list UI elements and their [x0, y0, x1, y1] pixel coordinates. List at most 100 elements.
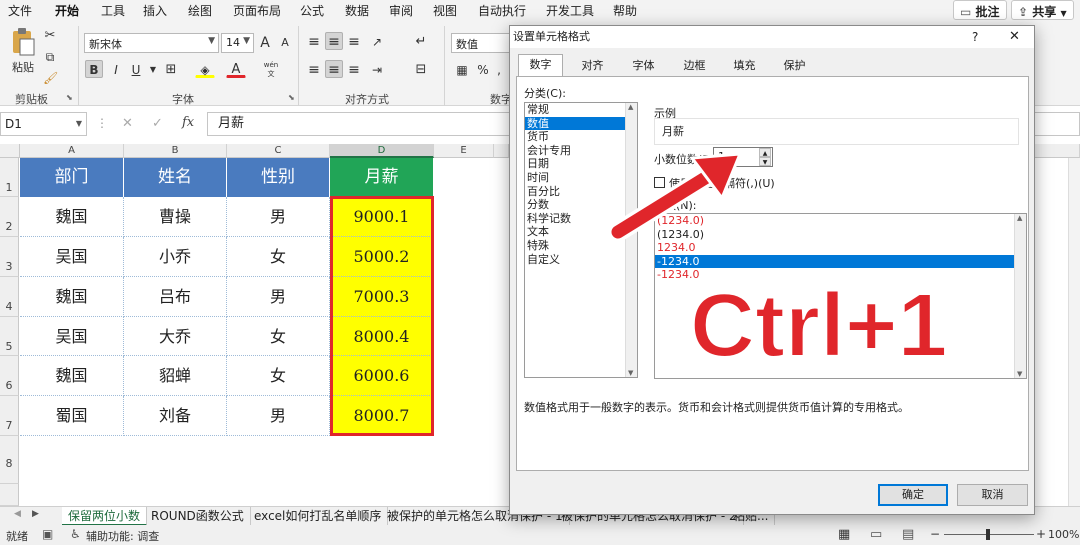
column-header-a[interactable]: A [20, 144, 124, 158]
table-cell[interactable]: 刘备 [124, 396, 227, 436]
header-cell-gender[interactable]: 性别 [227, 158, 330, 197]
row-header-4[interactable]: 4 [0, 277, 19, 317]
zoom-out-icon[interactable]: − [930, 527, 940, 541]
scroll-down-icon[interactable]: ▼ [628, 369, 633, 377]
table-cell[interactable]: 魏国 [20, 197, 124, 237]
menu-review[interactable]: 审阅 [389, 2, 413, 19]
cut-icon[interactable]: ✂ [42, 26, 58, 43]
row-header-7[interactable]: 7 [0, 396, 19, 436]
align-right-icon[interactable]: ≡ [345, 60, 363, 78]
scroll-down-icon[interactable]: ▼ [1017, 370, 1022, 378]
page-break-view-icon[interactable]: ▤ [902, 527, 914, 542]
column-header-d[interactable]: D [330, 144, 434, 158]
normal-view-icon[interactable]: ▦ [838, 527, 850, 542]
menu-view[interactable]: 视图 [433, 2, 457, 19]
menu-tools[interactable]: 工具 [101, 2, 125, 19]
name-box[interactable]: D1 ▼ [0, 112, 87, 136]
copy-icon[interactable]: ⧉ [42, 47, 58, 64]
zoom-level[interactable]: 100% [1048, 528, 1079, 541]
paste-button[interactable]: 粘贴 [6, 26, 40, 84]
salary-cell[interactable]: 8000.4 [330, 317, 434, 356]
tab-alignment[interactable]: 对齐 [570, 56, 615, 76]
sheet-tab[interactable]: 保留两位小数 [62, 507, 148, 526]
table-cell[interactable]: 魏国 [20, 277, 124, 317]
accounting-format-icon[interactable]: ▦ [452, 60, 472, 78]
table-cell[interactable]: 吴国 [20, 317, 124, 356]
column-header-c[interactable]: C [227, 144, 330, 158]
help-icon[interactable]: ? [972, 26, 978, 48]
comma-style-icon[interactable]: , [491, 60, 507, 78]
decrement-icon[interactable]: ▼ [759, 157, 771, 166]
menu-formulas[interactable]: 公式 [300, 2, 324, 19]
zoom-in-icon[interactable]: + [1036, 527, 1046, 541]
align-left-icon[interactable]: ≡ [305, 60, 323, 78]
scroll-up-icon[interactable]: ▲ [628, 103, 633, 111]
list-item[interactable]: -1234.0 [655, 254, 1026, 269]
negative-list-scrollbar[interactable]: ▲ ▼ [1014, 214, 1026, 378]
tab-border[interactable]: 边框 [672, 56, 717, 76]
borders-icon[interactable]: ⊞ [161, 60, 181, 78]
column-header-f[interactable] [494, 144, 509, 158]
row-header-5[interactable]: 5 [0, 317, 19, 356]
comments-button[interactable]: ▭ 批注 [953, 0, 1007, 20]
table-cell[interactable]: 小乔 [124, 237, 227, 277]
table-cell[interactable]: 大乔 [124, 317, 227, 356]
font-color-icon[interactable]: A [226, 60, 246, 78]
salary-cell[interactable]: 7000.3 [330, 277, 434, 317]
increment-icon[interactable]: ▲ [759, 148, 771, 157]
menu-draw[interactable]: 绘图 [188, 2, 212, 19]
menu-file[interactable]: 文件 [8, 2, 32, 19]
underline-button[interactable]: U [127, 60, 145, 78]
table-cell[interactable]: 蜀国 [20, 396, 124, 436]
share-button[interactable]: ⇪ 共享 ▼ [1011, 0, 1074, 20]
fill-color-icon[interactable]: ◈ [195, 60, 215, 78]
menu-help[interactable]: 帮助 [613, 2, 637, 19]
close-icon[interactable]: ✕ [1009, 26, 1020, 48]
align-middle-icon[interactable]: ≡ [325, 32, 343, 50]
number-format-combo[interactable]: 数值 [451, 33, 511, 53]
table-cell[interactable]: 吕布 [124, 277, 227, 317]
wrap-text-icon[interactable]: ↵ [410, 32, 432, 50]
format-painter-icon[interactable]: 🖌 [42, 68, 58, 85]
menu-data[interactable]: 数据 [345, 2, 369, 19]
header-cell-department[interactable]: 部门 [20, 158, 124, 197]
table-cell[interactable]: 男 [227, 396, 330, 436]
row-header-8[interactable]: 8 [0, 436, 19, 484]
zoom-slider-thumb[interactable] [986, 529, 990, 540]
table-cell[interactable]: 貂蝉 [124, 356, 227, 396]
accessibility-icon[interactable]: ♿ [70, 527, 81, 541]
tab-fill[interactable]: 填充 [722, 56, 767, 76]
align-center-icon[interactable]: ≡ [325, 60, 343, 78]
salary-cell[interactable]: 5000.2 [330, 237, 434, 277]
table-cell[interactable]: 女 [227, 356, 330, 396]
menu-page-layout[interactable]: 页面布局 [233, 2, 281, 19]
shrink-font-button[interactable]: A [276, 33, 294, 53]
row-header-1[interactable]: 1 [0, 158, 19, 197]
tab-font[interactable]: 字体 [621, 56, 666, 76]
sheet-tab[interactable]: ROUND函数公式 [145, 507, 251, 526]
cancel-edit-icon[interactable]: ✕ [122, 116, 133, 131]
font-size-combo[interactable]: 14 ▼ [221, 33, 254, 53]
indent-icon[interactable]: ⇥ [367, 60, 387, 78]
bold-button[interactable]: B [85, 60, 103, 78]
salary-cell[interactable]: 6000.6 [330, 356, 434, 396]
row-header-6[interactable]: 6 [0, 356, 19, 396]
menu-home[interactable]: 开始 [55, 2, 80, 22]
menu-automate[interactable]: 自动执行 [478, 2, 526, 19]
phonetic-icon[interactable]: wén 文 [261, 60, 281, 78]
ok-button[interactable]: 确定 [878, 484, 948, 506]
scroll-up-icon[interactable]: ▲ [1017, 214, 1022, 222]
table-cell[interactable]: 魏国 [20, 356, 124, 396]
font-launcher-icon[interactable]: ⬊ [288, 93, 295, 102]
align-bottom-icon[interactable]: ≡ [345, 32, 363, 50]
prev-sheet-icon[interactable]: ◀ [14, 509, 21, 519]
sheet-tab[interactable]: excel如何打乱名单顺序 [248, 507, 389, 526]
macro-record-icon[interactable]: ▣ [42, 527, 53, 541]
table-cell[interactable]: 女 [227, 237, 330, 277]
table-cell[interactable]: 男 [227, 197, 330, 237]
column-header-l[interactable] [1035, 144, 1080, 158]
salary-cell[interactable]: 8000.7 [330, 396, 434, 436]
enter-edit-icon[interactable]: ✓ [152, 116, 163, 131]
tab-protection[interactable]: 保护 [772, 56, 817, 76]
insert-function-icon[interactable]: fx [182, 115, 194, 130]
